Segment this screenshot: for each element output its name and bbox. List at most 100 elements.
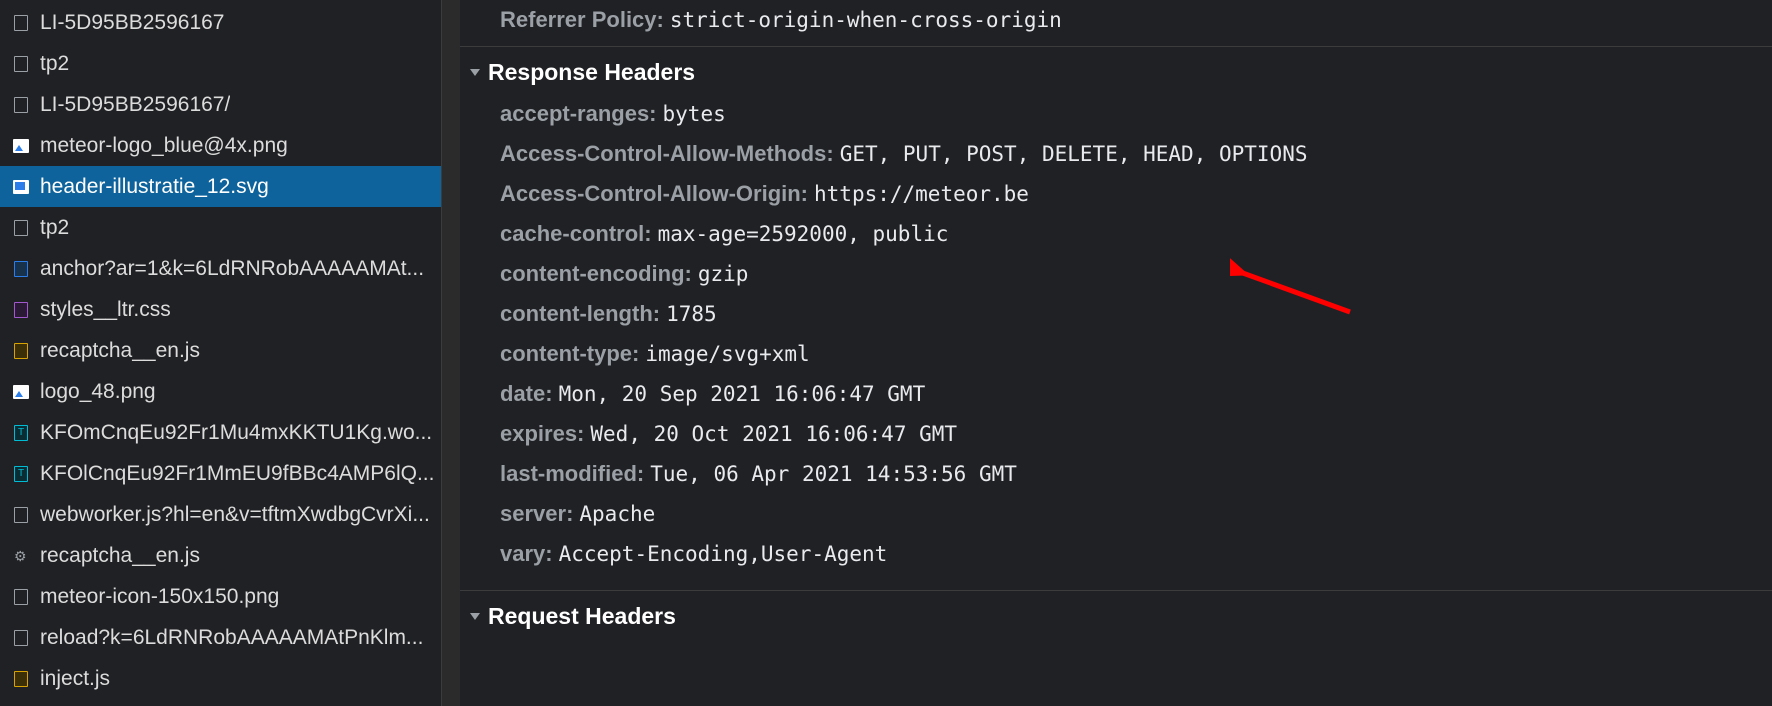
network-request-list[interactable]: LI-5D95BB2596167 tp2 LI-5D95BB2596167/mete… [0, 0, 442, 706]
font-icon: T [12, 465, 30, 483]
header-value: max-age=2592000, public [658, 222, 949, 246]
file-name-label: anchor?ar=1&k=6LdRNRobAAAAAMAt... [40, 257, 424, 281]
header-row: vary:Accept-Encoding,User-Agent [460, 534, 1772, 574]
header-value: Mon, 20 Sep 2021 16:06:47 GMT [559, 382, 926, 406]
document-icon [12, 260, 30, 278]
file-name-label: header-illustratie_12.svg [40, 175, 269, 199]
header-row: content-encoding:gzip [460, 254, 1772, 294]
request-headers-section[interactable]: Request Headers [460, 591, 1772, 638]
caret-down-icon [470, 613, 480, 620]
header-key: content-encoding: [500, 261, 692, 287]
header-row: accept-ranges:bytes [460, 94, 1772, 134]
image-icon [12, 178, 30, 196]
header-key: vary: [500, 541, 553, 567]
script-icon [12, 342, 30, 360]
file-name-label: tp2 [40, 216, 69, 240]
network-request-item[interactable]: styles__ltr.css [0, 289, 441, 330]
header-value: Wed, 20 Oct 2021 16:06:47 GMT [590, 422, 957, 446]
file-name-label: reload?k=6LdRNRobAAAAAMAtPnKlm... [40, 626, 423, 650]
document-icon [12, 219, 30, 237]
file-name-label: styles__ltr.css [40, 298, 171, 322]
header-row: cache-control:max-age=2592000, public [460, 214, 1772, 254]
network-request-item[interactable]: anchor?ar=1&k=6LdRNRobAAAAAMAt... [0, 248, 441, 289]
header-row: server:Apache [460, 494, 1772, 534]
image-icon [12, 383, 30, 401]
header-row: Access-Control-Allow-Origin:https://mete… [460, 174, 1772, 214]
header-value: gzip [698, 262, 749, 286]
document-icon [12, 588, 30, 606]
header-key: expires: [500, 421, 584, 447]
network-request-item[interactable]: logo_48.png [0, 371, 441, 412]
stylesheet-icon [12, 301, 30, 319]
caret-down-icon [470, 69, 480, 76]
network-request-item[interactable]: LI-5D95BB2596167 [0, 2, 441, 43]
document-icon [12, 629, 30, 647]
response-headers-list: accept-ranges:bytesAccess-Control-Allow-… [460, 94, 1772, 584]
script-icon [12, 670, 30, 688]
header-key: content-length: [500, 301, 660, 327]
network-request-item[interactable]: ⚙ recaptcha__en.js [0, 535, 441, 576]
header-value: GET, PUT, POST, DELETE, HEAD, OPTIONS [840, 142, 1308, 166]
header-key: date: [500, 381, 553, 407]
header-value: https://meteor.be [814, 182, 1029, 206]
headers-panel: Referrer Policy: strict-origin-when-cros… [460, 0, 1772, 706]
file-name-label: logo_48.png [40, 380, 156, 404]
file-name-label: LI-5D95BB2596167 [40, 11, 224, 35]
header-key: Access-Control-Allow-Methods: [500, 141, 834, 167]
file-name-label: KFOmCnqEu92Fr1Mu4mxKKTU1Kg.wo... [40, 421, 432, 445]
network-request-item[interactable]: tp2 [0, 43, 441, 84]
network-request-item[interactable]: reload?k=6LdRNRobAAAAAMAtPnKlm... [0, 617, 441, 658]
font-icon: T [12, 424, 30, 442]
network-request-item[interactable]: LI-5D95BB2596167/ [0, 84, 441, 125]
network-request-item[interactable]: meteor-logo_blue@4x.png [0, 125, 441, 166]
network-request-item[interactable]: header-illustratie_12.svg [0, 166, 441, 207]
network-request-item[interactable]: inject.js [0, 658, 441, 699]
header-key: cache-control: [500, 221, 652, 247]
header-key: Access-Control-Allow-Origin: [500, 181, 808, 207]
network-request-item[interactable]: T KFOmCnqEu92Fr1Mu4mxKKTU1Kg.wo... [0, 412, 441, 453]
file-name-label: recaptcha__en.js [40, 544, 200, 568]
file-name-label: LI-5D95BB2596167/ [40, 93, 230, 117]
section-title-label: Response Headers [488, 59, 695, 86]
response-headers-section[interactable]: Response Headers [460, 47, 1772, 94]
document-icon [12, 55, 30, 73]
header-value: Tue, 06 Apr 2021 14:53:56 GMT [650, 462, 1017, 486]
header-key: last-modified: [500, 461, 644, 487]
header-value: image/svg+xml [645, 342, 809, 366]
network-request-item[interactable]: T KFOlCnqEu92Fr1MmEU9fBBc4AMP6lQ... [0, 453, 441, 494]
file-name-label: tp2 [40, 52, 69, 76]
image-icon [12, 137, 30, 155]
header-row: content-type:image/svg+xml [460, 334, 1772, 374]
file-name-label: inject.js [40, 667, 110, 691]
document-icon [12, 14, 30, 32]
header-row: expires:Wed, 20 Oct 2021 16:06:47 GMT [460, 414, 1772, 454]
file-name-label: KFOlCnqEu92Fr1MmEU9fBBc4AMP6lQ... [40, 462, 434, 486]
header-row: Access-Control-Allow-Methods:GET, PUT, P… [460, 134, 1772, 174]
header-key: server: [500, 501, 573, 527]
header-row: last-modified:Tue, 06 Apr 2021 14:53:56 … [460, 454, 1772, 494]
file-name-label: meteor-icon-150x150.png [40, 585, 279, 609]
network-request-item[interactable]: webworker.js?hl=en&v=tftmXwdbgCvrXi... [0, 494, 441, 535]
document-icon [12, 506, 30, 524]
section-title-label: Request Headers [488, 603, 676, 630]
network-request-item[interactable]: meteor-icon-150x150.png [0, 576, 441, 617]
gear-icon: ⚙ [12, 547, 30, 565]
header-value: Accept-Encoding,User-Agent [559, 542, 888, 566]
file-name-label: webworker.js?hl=en&v=tftmXwdbgCvrXi... [40, 503, 430, 527]
sidebar-scrollbar[interactable] [442, 0, 460, 706]
file-name-label: meteor-logo_blue@4x.png [40, 134, 288, 158]
network-request-item[interactable]: tp2 [0, 207, 441, 248]
network-request-item[interactable]: recaptcha__en.js [0, 330, 441, 371]
header-key: Referrer Policy: [500, 7, 664, 33]
header-row: date:Mon, 20 Sep 2021 16:06:47 GMT [460, 374, 1772, 414]
document-icon [12, 96, 30, 114]
file-name-label: recaptcha__en.js [40, 339, 200, 363]
general-header-row: Referrer Policy: strict-origin-when-cros… [460, 0, 1772, 40]
header-key: content-type: [500, 341, 639, 367]
header-value: Apache [579, 502, 655, 526]
header-row: content-length:1785 [460, 294, 1772, 334]
header-value: 1785 [666, 302, 717, 326]
header-key: accept-ranges: [500, 101, 657, 127]
header-value: bytes [663, 102, 726, 126]
header-value: strict-origin-when-cross-origin [670, 8, 1062, 32]
